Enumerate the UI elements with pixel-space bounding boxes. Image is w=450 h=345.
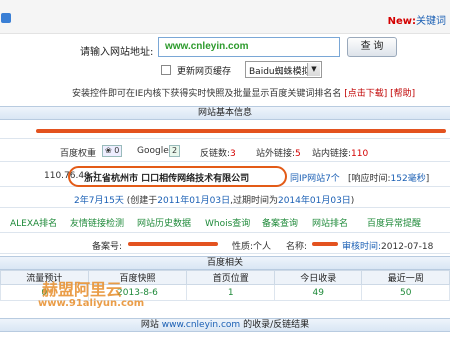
chevron-down-icon[interactable]: ▼ xyxy=(307,63,320,76)
expires-prefix: ,过期时间为 xyxy=(230,196,278,206)
audit-time: 审核时间:2012-07-18 xyxy=(342,239,433,252)
baidu-weight-value: 0 xyxy=(114,146,120,155)
response-close: ] xyxy=(425,174,430,184)
table-header: 今日收录 xyxy=(273,270,363,285)
nature-label: 性质: xyxy=(232,242,254,252)
audit-label: 审核时间: xyxy=(342,242,382,252)
tools-links-row: ALEXA排名 友情链接检测 网站历史数据 Whois查询 备案查询 网站排名 … xyxy=(0,209,450,233)
engine-select[interactable]: Baidu蜘蛛模拟 ▼ xyxy=(245,61,322,78)
flag-icon xyxy=(1,13,11,23)
audit-value: 2012-07-18 xyxy=(381,242,434,252)
created-prefix: (创建于 xyxy=(126,196,158,206)
name-label: 名称: xyxy=(286,242,308,252)
google-pr-badge: 2 xyxy=(169,145,181,157)
baidu-weight-label: 百度权重 xyxy=(60,149,97,159)
icp-redaction xyxy=(128,242,218,246)
keyword-link-text[interactable]: 关键词 xyxy=(416,16,446,27)
external-links-label: 站外链接: xyxy=(256,149,296,159)
created-date: 2011年01月03日 xyxy=(157,196,231,206)
baidu-alert-link[interactable]: 百度异常提醒 xyxy=(367,216,421,229)
install-tip: 安装控件即可在IE内核下获得实时快照及批量显示百度关键词排名名 [点击下载] [… xyxy=(72,86,415,99)
same-ip-link[interactable]: 同IP网站7个 xyxy=(290,171,340,184)
response-value: 152毫秒 xyxy=(390,174,426,184)
table-header: 最近一周 xyxy=(361,270,450,285)
update-cache-checkbox[interactable] xyxy=(161,65,171,75)
nature-value: 个人 xyxy=(253,242,272,252)
install-tip-text: 安装控件即可在IE内核下获得实时快照及批量显示百度关键词排名名 xyxy=(72,89,342,99)
results-site: www.cnleyin.com xyxy=(161,320,241,330)
results-prefix: 网站 xyxy=(140,320,159,330)
download-link[interactable]: [点击下载] xyxy=(344,89,387,99)
top-bar xyxy=(0,0,450,34)
external-links-value: 5 xyxy=(295,149,301,159)
internal-links-value: 110 xyxy=(351,149,369,159)
new-keyword-link[interactable]: New:关键词 xyxy=(388,12,446,27)
backlinks-value: 3 xyxy=(230,149,236,159)
url-input[interactable]: www.cnleyin.com xyxy=(158,37,340,57)
results-suffix: 的收录/反链结果 xyxy=(243,320,310,330)
baidu-weight-badge: ❀ 0 xyxy=(102,145,123,157)
table-cell[interactable]: 50 xyxy=(361,284,450,301)
alexa-link[interactable]: ALEXA排名 xyxy=(10,216,57,229)
redacted-row xyxy=(0,121,450,139)
whois-link[interactable]: Whois查询 xyxy=(205,216,250,229)
redaction-scribble xyxy=(36,129,446,133)
domain-age-row: 2年7月15天 (创建于2011年01月03日,过期时间为2014年01月03日… xyxy=(0,188,450,208)
engine-select-value: Baidu蜘蛛模拟 xyxy=(249,67,311,77)
update-cache-label: 更新网页缓存 xyxy=(177,67,232,77)
backlinks: 反链数:3 xyxy=(200,146,236,159)
backlinks-label: 反链数: xyxy=(200,149,231,159)
table-header: 首页位置 xyxy=(186,270,275,285)
watermark-url: www.91aliyun.com xyxy=(38,298,145,309)
table-cell[interactable]: 1 xyxy=(186,284,275,301)
external-links: 站外链接:5 xyxy=(256,146,301,159)
response-label: [响应时间: xyxy=(348,174,391,184)
internal-links-label: 站内链接: xyxy=(312,149,352,159)
friend-link-check[interactable]: 友情链接检测 xyxy=(70,216,124,229)
icp-label: 备案号: xyxy=(92,242,123,252)
domain-age-value: 2年7月15天 xyxy=(74,196,124,206)
icp-row: 备案号: 性质:个人 名称: 审核时间:2012-07-18 xyxy=(0,234,450,254)
expires-date: 2014年01月03日 xyxy=(277,196,351,206)
help-link[interactable]: [帮助] xyxy=(390,89,415,99)
basic-info-header: 网站基本信息 xyxy=(0,106,450,120)
watermark-title: 赫盟阿里云 xyxy=(42,280,123,299)
weights-row: 百度权重 ❀ 0 Google 2 反链数:3 站外链接:5 站内链接:110 xyxy=(0,140,450,162)
age-close: ) xyxy=(350,196,355,206)
location-text: 浙江省杭州市 口口相传网络技术有限公司 xyxy=(84,174,250,184)
url-label: 请输入网站地址: xyxy=(80,47,154,58)
response-time: [响应时间:152毫秒] xyxy=(348,171,429,184)
history-data-link[interactable]: 网站历史数据 xyxy=(137,216,191,229)
domain-age: 2年7月15天 (创建于2011年01月03日,过期时间为2014年01月03日… xyxy=(74,193,354,206)
table-cell[interactable]: 49 xyxy=(273,284,363,301)
google-pr-value: 2 xyxy=(172,146,178,155)
nature: 性质:个人 xyxy=(232,239,271,252)
site-rank-link[interactable]: 网站排名 xyxy=(312,216,348,229)
results-header: 网站 www.cnleyin.com 的收录/反链结果 xyxy=(0,318,450,332)
icp-query-link[interactable]: 备案查询 xyxy=(262,216,298,229)
query-button[interactable]: 查 询 xyxy=(347,37,397,57)
google-label: Google xyxy=(137,146,169,156)
name-redaction xyxy=(312,242,338,246)
new-label: New: xyxy=(387,16,416,27)
paw-icon: ❀ xyxy=(105,146,112,155)
baidu-header: 百度相关 xyxy=(0,256,450,270)
internal-links: 站内链接:110 xyxy=(312,146,368,159)
